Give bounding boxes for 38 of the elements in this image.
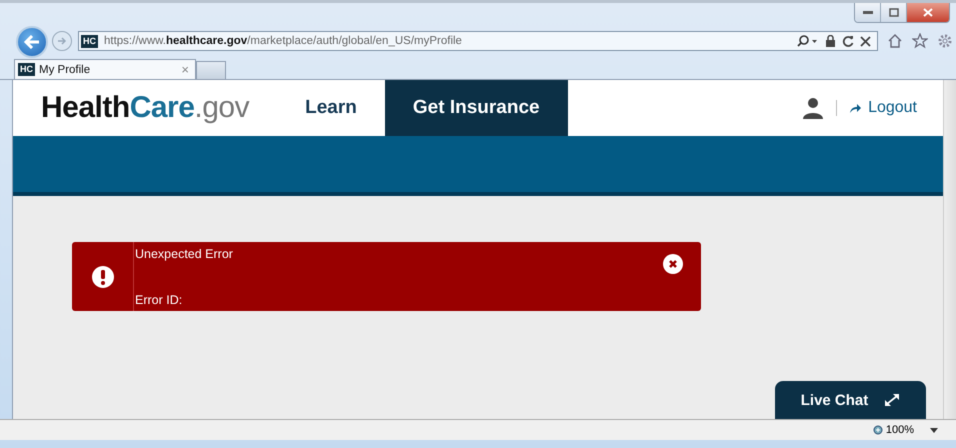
site-logo[interactable]: HealthCare.gov — [41, 91, 250, 125]
stop-icon[interactable] — [860, 36, 871, 46]
expand-icon — [884, 393, 900, 407]
nav-tab[interactable]: Learn — [277, 80, 385, 136]
back-button[interactable] — [16, 26, 48, 58]
settings-icon[interactable] — [937, 33, 953, 49]
maximize-icon — [888, 8, 898, 17]
url-text: https://www.healthcare.gov/marketplace/auth/global/en_US/myProfile — [104, 35, 462, 47]
site-favicon: HC — [81, 34, 98, 48]
scrollbar[interactable] — [943, 80, 956, 419]
browser-tab[interactable]: HC My Profile × — [14, 59, 196, 79]
maximize-button[interactable] — [881, 3, 907, 22]
lock-icon — [825, 35, 836, 47]
tab-favicon: HC — [18, 63, 35, 76]
exclamation-icon — [92, 266, 114, 288]
minimize-button[interactable] — [855, 3, 881, 22]
close-icon — [923, 8, 933, 17]
close-icon[interactable] — [663, 254, 683, 274]
back-arrow-icon — [24, 35, 40, 49]
nav-tab[interactable]: Get Insurance — [384, 80, 568, 136]
search-icon[interactable] — [797, 35, 819, 47]
live-chat-button[interactable]: Live Chat — [775, 381, 926, 419]
forward-arrow-icon — [57, 36, 67, 46]
refresh-icon[interactable] — [842, 35, 854, 47]
error-id-label: Error ID: — [135, 293, 184, 307]
error-title: Unexpected Error — [135, 247, 234, 261]
minimize-icon — [862, 10, 872, 14]
zoom-icon — [872, 424, 884, 436]
logout-link[interactable]: Logout — [849, 99, 917, 117]
address-bar[interactable]: HC https://www.healthcare.gov/marketplace/auth/global/en_US/myProfile — [78, 31, 878, 51]
home-icon[interactable] — [887, 33, 903, 49]
caret-icon[interactable] — [930, 428, 938, 432]
arrow-icon — [849, 102, 862, 114]
user-icon[interactable] — [802, 97, 824, 119]
star-icon[interactable] — [912, 33, 928, 49]
tab-title: My Profile — [39, 64, 92, 76]
close-button[interactable] — [907, 3, 949, 22]
zoom-level[interactable]: 100% — [872, 424, 914, 436]
